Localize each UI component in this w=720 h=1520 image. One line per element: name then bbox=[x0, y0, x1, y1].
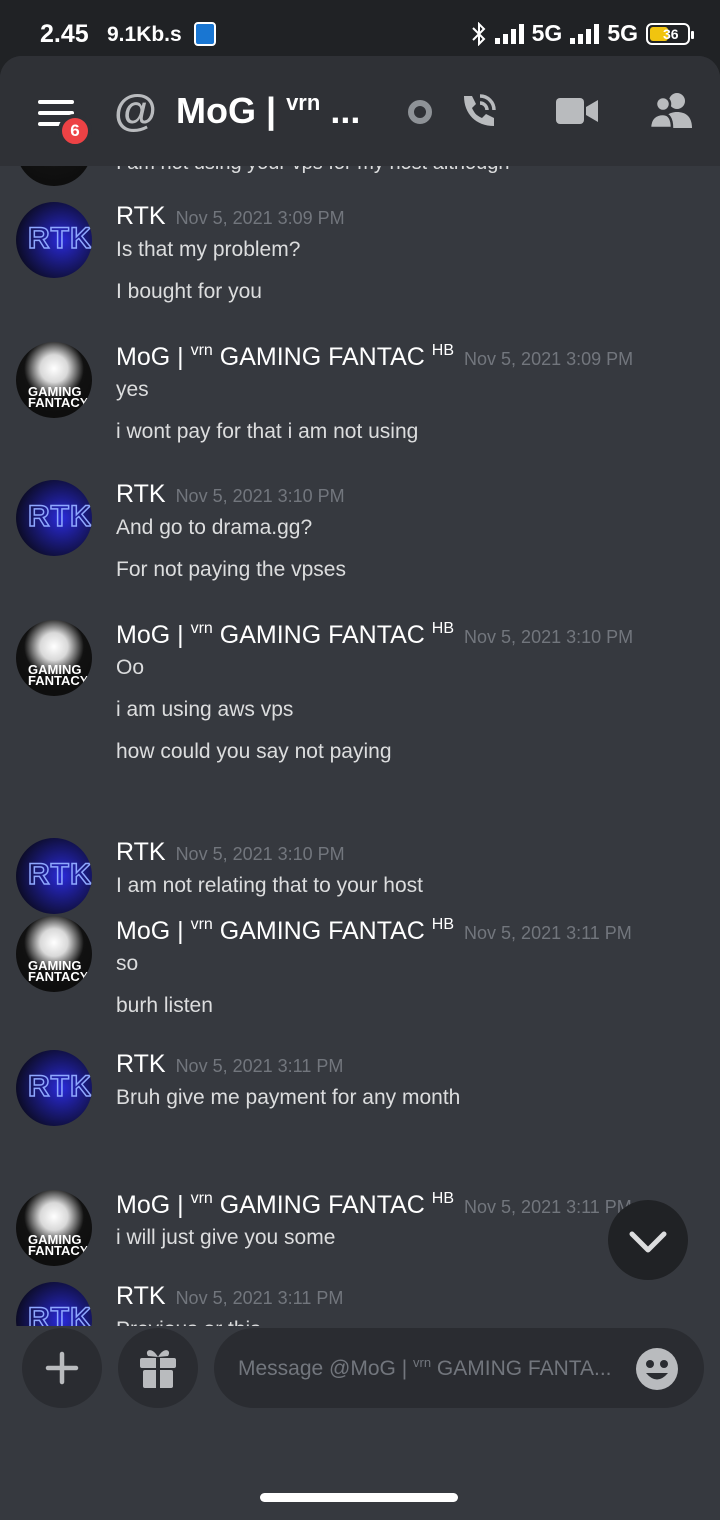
message-composer: Message @MoG | vrn GAMING FANTA... bbox=[0, 1326, 720, 1436]
signal-icon-1 bbox=[494, 23, 524, 44]
author-name[interactable]: RTK Nov 5, 2021 3:10 PM bbox=[116, 480, 345, 509]
phone-call-icon[interactable] bbox=[458, 90, 500, 132]
author-name[interactable]: MoG | vrn GAMING FANTAC HB Nov 5, 2021 3:… bbox=[116, 342, 633, 372]
plus-icon bbox=[45, 1351, 79, 1385]
message-text[interactable]: Oo bbox=[116, 656, 144, 680]
avatar[interactable]: GAMING FANTACY bbox=[16, 1190, 92, 1266]
signal-icon-2 bbox=[570, 23, 600, 44]
battery-level: 36 bbox=[663, 25, 679, 42]
message-text[interactable]: i am using aws vps bbox=[116, 698, 293, 722]
message-timestamp: Nov 5, 2021 3:11 PM bbox=[464, 1197, 632, 1217]
avatar-logo-text: GAMING FANTACY bbox=[28, 662, 89, 688]
message-timestamp: Nov 5, 2021 3:09 PM bbox=[464, 349, 634, 369]
add-attachment-button[interactable] bbox=[22, 1328, 102, 1408]
avatar[interactable]: RTK bbox=[16, 1282, 92, 1326]
author-name[interactable]: MoG | vrn GAMING FANTAC HB Nov 5, 2021 3:… bbox=[116, 620, 633, 650]
home-indicator[interactable] bbox=[260, 1493, 458, 1502]
author-name[interactable]: RTK Nov 5, 2021 3:10 PM bbox=[116, 838, 345, 867]
message-timestamp: Nov 5, 2021 3:09 PM bbox=[175, 208, 345, 228]
author-name[interactable]: RTK Nov 5, 2021 3:11 PM bbox=[116, 1050, 343, 1079]
message-timestamp: Nov 5, 2021 3:10 PM bbox=[175, 844, 345, 864]
emoji-smile-icon[interactable] bbox=[636, 1348, 678, 1390]
status-right: 5G 5G 36 bbox=[471, 20, 694, 47]
message-text[interactable]: i wont pay for that i am not using bbox=[116, 420, 418, 444]
message-text[interactable]: Bruh give me payment for any month bbox=[116, 1086, 460, 1110]
message-timestamp: Nov 5, 2021 3:11 PM bbox=[175, 1288, 344, 1308]
bluetooth-icon bbox=[471, 21, 486, 46]
message-text: I am not using your vps for my host alth… bbox=[116, 166, 510, 175]
avatar[interactable]: GAMING FANTACY bbox=[16, 342, 92, 418]
network-type-1: 5G bbox=[531, 20, 563, 46]
avatar-logo-text: RTK bbox=[27, 1301, 92, 1326]
status-bar: 2.45 9.1Kb.s 5G 5G 36 bbox=[0, 0, 720, 60]
message-text[interactable]: burh listen bbox=[116, 994, 213, 1018]
message-input-placeholder: Message @MoG | vrn GAMING FANTA... bbox=[238, 1355, 612, 1380]
network-type-2: 5G bbox=[607, 20, 638, 46]
message-timestamp: Nov 5, 2021 3:11 PM bbox=[464, 923, 632, 943]
message-text[interactable]: i will just give you some bbox=[116, 1226, 335, 1250]
status-time: 2.45 bbox=[40, 20, 89, 48]
author-name[interactable]: MoG | vrn GAMING FANTAC HB Nov 5, 2021 3:… bbox=[116, 1190, 632, 1220]
message-input[interactable]: Message @MoG | vrn GAMING FANTA... bbox=[214, 1328, 704, 1408]
message-text[interactable]: I am not relating that to your host bbox=[116, 874, 423, 898]
dm-screen: 6 @ MoG | vrn ... I am not using your vp… bbox=[0, 56, 720, 1520]
avatar-logo-text: RTK bbox=[27, 857, 92, 892]
avatar[interactable]: RTK bbox=[16, 1050, 92, 1126]
message-text[interactable]: For not paying the vpses bbox=[116, 558, 346, 582]
members-icon[interactable] bbox=[650, 92, 694, 128]
notification-app-icon bbox=[194, 22, 216, 46]
avatar[interactable]: RTK bbox=[16, 202, 92, 278]
message-list[interactable]: I am not using your vps for my host alth… bbox=[0, 166, 720, 1326]
message-text[interactable]: Previous or this bbox=[116, 1318, 261, 1326]
gift-icon bbox=[140, 1350, 176, 1388]
dm-title[interactable]: MoG | vrn ... bbox=[176, 90, 360, 132]
message-text[interactable]: so bbox=[116, 952, 138, 976]
chevron-down-icon bbox=[629, 1231, 667, 1253]
avatar[interactable] bbox=[16, 166, 92, 186]
message-timestamp: Nov 5, 2021 3:10 PM bbox=[464, 627, 634, 647]
avatar-logo-text: RTK bbox=[27, 221, 92, 256]
message-text[interactable]: how could you say not paying bbox=[116, 740, 392, 764]
avatar-logo-text: GAMING FANTACY bbox=[28, 958, 89, 984]
message-text[interactable]: yes bbox=[116, 378, 149, 402]
unread-badge: 6 bbox=[58, 114, 92, 148]
message-text[interactable]: I bought for you bbox=[116, 280, 262, 304]
message-text[interactable]: Is that my problem? bbox=[116, 238, 300, 262]
gift-button[interactable] bbox=[118, 1328, 198, 1408]
avatar-logo-text: RTK bbox=[27, 499, 92, 534]
avatar[interactable]: RTK bbox=[16, 838, 92, 914]
author-name[interactable]: RTK Nov 5, 2021 3:11 PM bbox=[116, 1282, 343, 1311]
message-text[interactable]: And go to drama.gg? bbox=[116, 516, 312, 540]
avatar-logo-text: RTK bbox=[27, 1069, 92, 1104]
video-camera-icon[interactable] bbox=[556, 96, 598, 126]
message-timestamp: Nov 5, 2021 3:11 PM bbox=[175, 1056, 344, 1076]
avatar-logo-text: GAMING FANTACY bbox=[28, 384, 89, 410]
offline-status-icon bbox=[408, 100, 432, 124]
avatar-logo-text: GAMING FANTACY bbox=[28, 1232, 89, 1258]
battery-icon: 36 bbox=[646, 22, 694, 45]
at-icon: @ bbox=[114, 86, 157, 135]
author-name[interactable]: MoG | vrn GAMING FANTAC HB Nov 5, 2021 3:… bbox=[116, 916, 632, 946]
avatar[interactable]: GAMING FANTACY bbox=[16, 620, 92, 696]
avatar[interactable]: GAMING FANTACY bbox=[16, 916, 92, 992]
status-net-speed: 9.1Kb.s bbox=[107, 23, 182, 46]
channel-header: 6 @ MoG | vrn ... bbox=[0, 56, 720, 166]
message-timestamp: Nov 5, 2021 3:10 PM bbox=[175, 486, 345, 506]
jump-to-present-button[interactable] bbox=[608, 1200, 688, 1280]
avatar[interactable]: RTK bbox=[16, 480, 92, 556]
author-name[interactable]: RTK Nov 5, 2021 3:09 PM bbox=[116, 202, 345, 231]
